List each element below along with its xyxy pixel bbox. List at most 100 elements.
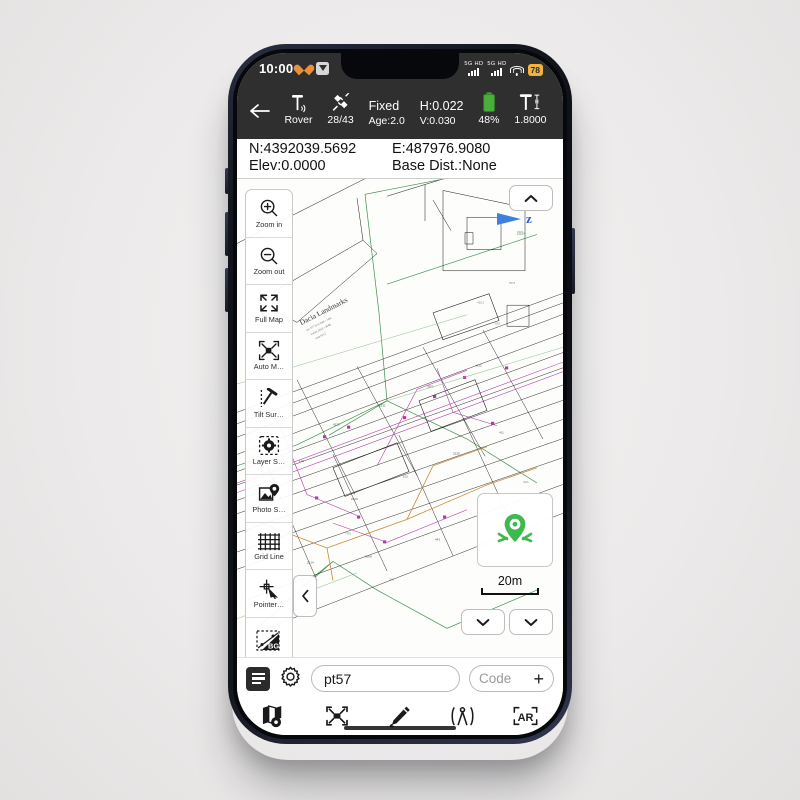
auto-move-icon	[258, 340, 280, 361]
svg-text:443: 443	[435, 537, 440, 541]
photo-settings-icon	[258, 483, 281, 504]
map-left-toolbar: Zoom in Zoom out Full Map Auto M… Tilt S…	[245, 189, 293, 657]
elevation-value: Elev:0.0000	[249, 158, 326, 174]
ar-icon: AR	[513, 706, 538, 726]
precision-status[interactable]: H:0.022 V:0.030	[420, 99, 464, 126]
toolbar-item-pointer[interactable]: Pointer…	[246, 570, 292, 618]
svg-text:2235: 2235	[453, 451, 460, 455]
svg-text:2229: 2229	[351, 497, 358, 501]
north-arrow-sub: 884	[517, 231, 527, 237]
zoom-out-icon	[259, 245, 279, 266]
correction-age: Age:2.0	[368, 114, 405, 127]
north-arrow-icon	[497, 213, 521, 225]
toolbar-label-layer-settings: Layer S…	[252, 457, 286, 467]
point-entry-bar: pt57 Code +	[237, 657, 563, 699]
toolbar-item-full-map[interactable]: Full Map	[246, 285, 292, 333]
satellite-count: 28/43	[327, 114, 354, 127]
nav-item-map-config[interactable]	[251, 702, 297, 730]
toolbar-label-grid-line: Grid Line	[254, 552, 284, 562]
nav-item-ar[interactable]: AR	[503, 702, 549, 730]
app-bar: Rover 28/43 Fixed Age:2.0 H:0.022 V:0.03…	[237, 83, 563, 139]
settings-button[interactable]	[279, 665, 302, 693]
gps-locate-button[interactable]	[477, 493, 553, 567]
toolbar-item-grid-line[interactable]: Grid Line	[246, 523, 292, 570]
horizontal-precision: H:0.022	[419, 99, 464, 114]
wifi-icon	[510, 65, 525, 76]
scale-line	[481, 588, 539, 595]
toolbar-item-background[interactable]: BG	[246, 618, 292, 658]
battery-percent: 48%	[478, 114, 500, 127]
antenna-height-value: 1.8000	[514, 114, 547, 127]
survey-point-icon	[326, 706, 349, 726]
north-arrow-label: z	[526, 211, 532, 226]
toolbar-label-tilt-survey: Tilt Sur…	[253, 409, 285, 419]
signal-indicator-2: 5G HD	[487, 61, 506, 76]
phone-frame: 10:00 5G HD 5G HD 78 Rover 28/43 Fixed A…	[228, 44, 572, 744]
rover-label: Rover	[284, 114, 313, 127]
solution-status[interactable]: Fixed Age:2.0	[369, 99, 405, 126]
expand-panel-button[interactable]	[509, 185, 553, 211]
signal-2-label: 5G HD	[487, 60, 507, 67]
status-bar: 10:00 5G HD 5G HD 78	[237, 53, 563, 83]
signal-indicator-1: 5G HD	[464, 61, 483, 76]
antenna-height-icon: H	[518, 92, 542, 113]
point-name-value: pt57	[324, 670, 352, 687]
phone-bezel: 10:00 5G HD 5G HD 78 Rover 28/43 Fixed A…	[233, 49, 567, 739]
toolbar-item-zoom-out[interactable]: Zoom out	[246, 238, 292, 285]
chevron-down-icon	[524, 618, 538, 626]
phone-screen: 10:00 5G HD 5G HD 78 Rover 28/43 Fixed A…	[237, 53, 563, 735]
satellite-icon	[330, 92, 351, 113]
app-icon	[316, 61, 330, 75]
svg-text:101: 101	[403, 474, 408, 478]
menu-button[interactable]	[246, 666, 270, 691]
chevron-left-icon	[301, 589, 308, 603]
antenna-height-status[interactable]: H 1.8000	[514, 92, 546, 126]
satellite-status[interactable]: 28/43	[327, 92, 354, 127]
gear-icon	[281, 666, 300, 687]
signal-1-label: 5G HD	[464, 60, 484, 67]
edit-pencil-icon	[389, 706, 410, 727]
toolbar-label-zoom-in: Zoom in	[255, 219, 283, 229]
device-battery-status[interactable]: 48%	[478, 92, 499, 126]
dropdown-button-2[interactable]	[509, 609, 553, 635]
layer-settings-icon	[258, 435, 280, 456]
svg-text:4412: 4412	[475, 363, 482, 367]
toolbar-item-auto-move[interactable]: Auto M…	[246, 333, 292, 380]
svg-text:H: H	[535, 100, 539, 106]
toolbar-label-pointer: Pointer…	[253, 599, 285, 609]
rover-antenna-icon	[288, 92, 308, 113]
code-add-icon: +	[533, 668, 544, 689]
svg-text:3308: 3308	[365, 555, 372, 559]
back-button[interactable]	[243, 102, 277, 120]
svg-text:2231: 2231	[379, 404, 386, 408]
code-button[interactable]: Code +	[469, 665, 554, 692]
toolbar-item-tilt-survey[interactable]: Tilt Sur…	[246, 380, 292, 428]
northing-value: N:4392039.5692	[249, 141, 357, 157]
ar-label: AR	[518, 712, 534, 724]
svg-text:892: 892	[495, 321, 501, 325]
rover-status[interactable]: Rover	[284, 92, 312, 126]
map-config-icon	[262, 705, 282, 728]
dropdown-button-1[interactable]	[461, 609, 505, 635]
back-arrow-icon	[250, 104, 270, 118]
battery-badge: 78	[527, 63, 543, 76]
grid-line-icon	[257, 530, 281, 551]
coordinate-panel: N:4392039.5692 E:487976.9080 Elev:0.0000…	[237, 139, 563, 179]
tilt-survey-icon	[258, 387, 280, 409]
toolbar-item-layer-settings[interactable]: Layer S…	[246, 428, 292, 475]
base-distance-value: Base Dist.:None	[392, 158, 497, 174]
map-canvas[interactable]: 4521 892 HP3 45A 7R5 332 218 4223 2231 3…	[237, 179, 563, 657]
toolbar-label-zoom-out: Zoom out	[253, 267, 285, 277]
svg-text:45A: 45A	[523, 480, 530, 484]
easting-value: E:487976.9080	[392, 141, 491, 157]
svg-text:4223: 4223	[333, 423, 340, 427]
notch	[341, 53, 459, 79]
home-indicator[interactable]	[344, 726, 456, 730]
svg-text:BG: BG	[268, 641, 279, 650]
toolbar-item-photo-settings[interactable]: Photo S…	[246, 475, 292, 523]
heart-icon	[298, 62, 311, 74]
toolbar-item-zoom-in[interactable]: Zoom in	[246, 190, 292, 238]
svg-text:411: 411	[499, 430, 504, 434]
collapse-toolbar-button[interactable]	[293, 575, 317, 617]
point-name-input[interactable]: pt57	[311, 665, 460, 692]
